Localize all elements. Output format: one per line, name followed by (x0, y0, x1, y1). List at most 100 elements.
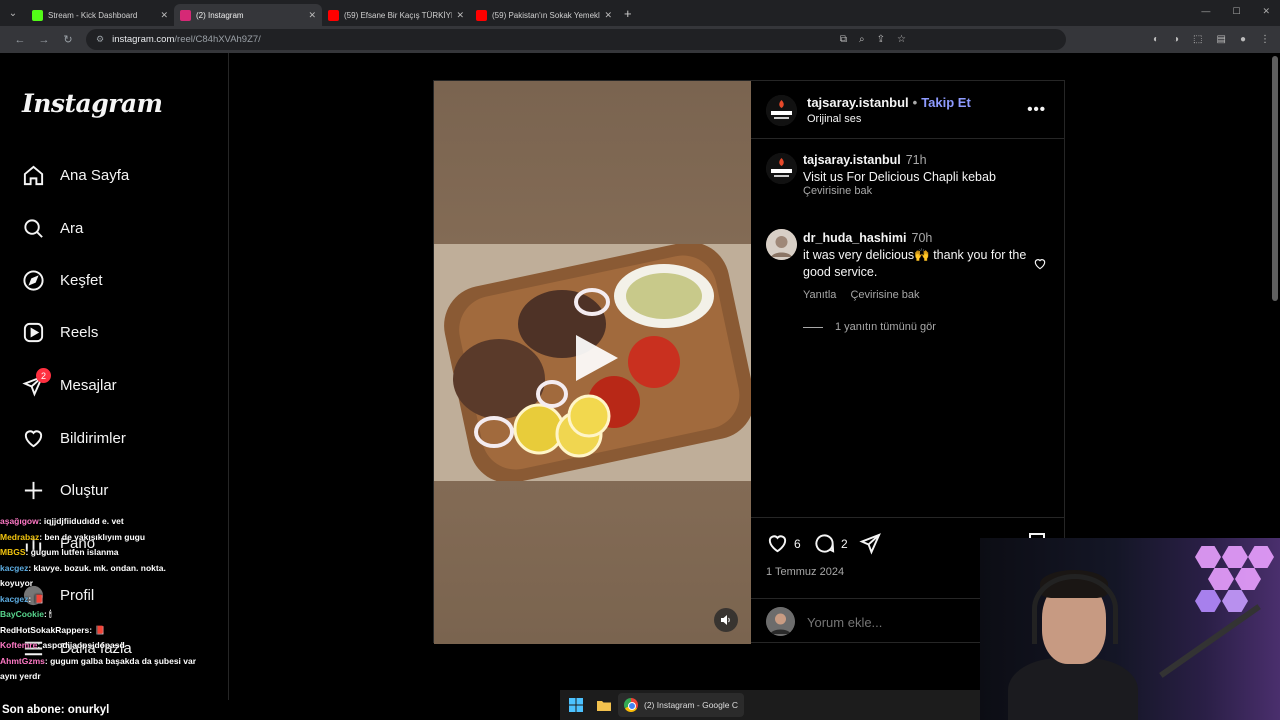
screen: ⌄ Stream - Kick Dashboard ✕ (2) Instagra… (0, 0, 1280, 720)
avatar[interactable] (766, 95, 797, 126)
extension-icon[interactable]: ⬚ (1193, 34, 1202, 45)
sidebar-item-explore[interactable]: Keşfet (22, 265, 103, 295)
tab-youtube-2[interactable]: (59) Pakistan'ın Sokak Yemekle ✕ (470, 4, 618, 26)
windows-start-icon[interactable] (568, 697, 584, 713)
chat-message: RedHotSokakRappers: 📕 (0, 623, 232, 639)
sidebar-item-label: Oluştur (60, 481, 109, 499)
forward-icon[interactable]: → (32, 34, 56, 46)
page-scrollbar[interactable] (1272, 56, 1278, 301)
add-comment-input[interactable] (807, 615, 957, 630)
more-options-icon[interactable]: ••• (1027, 101, 1046, 118)
avatar[interactable] (766, 153, 797, 184)
profile-avatar-icon[interactable]: ● (1240, 34, 1246, 45)
mute-button[interactable] (714, 608, 738, 632)
sidebar-item-create[interactable]: Oluştur (22, 475, 108, 505)
sidebar-item-reels[interactable]: Reels (22, 317, 98, 347)
see-translation-link[interactable]: Çevirisine bak (850, 289, 919, 301)
comment-button[interactable]: 2 (813, 532, 848, 555)
chat-username: AhmtGzms (0, 655, 45, 666)
follow-button[interactable]: Takip Et (921, 95, 971, 110)
caption-text: Visit us For Delicious Chapli kebab (803, 170, 996, 184)
taskbar-chrome-window[interactable]: (2) Instagram - Google C (618, 693, 745, 717)
avatar[interactable] (766, 229, 797, 260)
browser-menu-icon[interactable]: ⋮ (1260, 34, 1270, 45)
tab-youtube-1[interactable]: (59) Efsane Bir Kaçış TÜRKİYE'D ✕ (322, 4, 470, 26)
post-author: tajsaray.istanbul • Takip Et (807, 95, 971, 110)
chat-message: kacgez: 📕 (0, 592, 232, 608)
close-tab-icon[interactable]: ✕ (604, 10, 612, 21)
maximize-icon[interactable]: ☐ (1232, 6, 1240, 17)
close-window-icon[interactable]: ✕ (1262, 6, 1270, 17)
chat-username: BayCookie (0, 609, 44, 619)
chrome-icon (624, 698, 638, 712)
chat-text: aynı yerdr (0, 671, 41, 681)
sidebar-item-search[interactable]: Ara (22, 213, 83, 243)
microphone-arm (1159, 604, 1261, 678)
kick-favicon-icon (32, 9, 43, 21)
audio-link[interactable]: Orijinal ses (807, 113, 861, 125)
hexagon-light (1208, 568, 1234, 590)
view-replies-link[interactable]: 1 yanıtın tümünü gör (803, 321, 936, 333)
close-tab-icon[interactable]: ✕ (456, 10, 464, 21)
chat-text: : aspodijaopsjdopasd (37, 640, 125, 650)
chat-username: RedHotSokakRappers (0, 624, 90, 635)
post-author-username[interactable]: tajsaray.istanbul (807, 95, 909, 110)
heart-icon (768, 535, 787, 553)
notification-badge: 2 (36, 368, 51, 383)
install-app-icon[interactable]: ⧉ (840, 34, 847, 45)
user-avatar-icon (766, 229, 797, 260)
close-tab-icon[interactable]: ✕ (160, 10, 168, 21)
play-icon[interactable] (566, 329, 624, 387)
post-header: tajsaray.istanbul • Takip Et Orijinal ses … (751, 81, 1064, 139)
tab-title: (59) Pakistan'ın Sokak Yemekle (492, 10, 601, 20)
like-count[interactable]: 6 (794, 537, 801, 551)
minimize-icon[interactable]: — (1201, 6, 1210, 17)
home-icon (23, 165, 44, 185)
like-comment-heart-icon[interactable] (1033, 257, 1047, 271)
comment-icon (815, 534, 835, 553)
site-info-icon[interactable]: ⚙ (96, 34, 104, 45)
close-tab-icon[interactable]: ✕ (308, 10, 316, 21)
taj-saray-logo-icon (766, 153, 797, 184)
comment-time[interactable]: 70h (912, 231, 933, 245)
reply-button[interactable]: Yanıtla (803, 289, 836, 301)
sidebar-item-home[interactable]: Ana Sayfa (22, 160, 129, 190)
share-icon[interactable]: ⇪ (877, 34, 885, 45)
chat-username: Medrabaz (0, 531, 40, 542)
extension-icon[interactable]: ◑ (1173, 34, 1179, 45)
back-icon[interactable]: ← (8, 34, 32, 46)
send-icon (859, 533, 881, 555)
like-button[interactable]: 6 (766, 532, 801, 555)
extension-icon[interactable]: ◐ (1153, 34, 1159, 45)
zoom-icon[interactable]: ⌕ (859, 34, 865, 45)
address-bar-icons: ⧉ ⌕ ⇪ ☆ (840, 34, 906, 45)
speaker-icon (721, 615, 730, 625)
taj-saray-logo-icon (766, 95, 797, 126)
sidebar-item-notifications[interactable]: Bildirimler (22, 423, 126, 453)
share-button[interactable] (859, 532, 882, 555)
reel-video[interactable] (434, 81, 751, 644)
new-tab-icon[interactable]: + (624, 6, 632, 21)
stream-chat-overlay: aşağıgow: iqjjdjfiidudıdd e. vet Medraba… (0, 514, 232, 690)
address-bar[interactable]: ⚙ instagram.com/reel/C84hXVAh9Z7/ ⧉ ⌕ ⇪ … (86, 29, 1066, 50)
sidebar-item-messages[interactable]: 2 Mesajlar (22, 368, 117, 400)
tab-kick-dashboard[interactable]: Stream - Kick Dashboard ✕ (26, 4, 174, 26)
caption-time[interactable]: 71h (906, 153, 927, 167)
file-explorer-icon[interactable] (596, 697, 612, 713)
sidepanel-icon[interactable]: ▤ (1217, 34, 1226, 45)
separator-dot: • (912, 95, 918, 110)
sidebar-item-label: Mesajlar (60, 376, 117, 394)
caption-username[interactable]: tajsaray.istanbul (803, 153, 901, 167)
instagram-logo[interactable]: Instagram (22, 89, 163, 118)
hexagon-light (1222, 590, 1248, 612)
tab-search-icon[interactable]: ⌄ (0, 0, 26, 26)
sidebar-item-label: Ara (60, 219, 84, 237)
url-path: /reel/C84hXVAh9Z7/ (174, 34, 261, 45)
post-date[interactable]: 1 Temmuz 2024 (766, 566, 844, 578)
see-translation-link[interactable]: Çevirisine bak (803, 185, 872, 197)
bookmark-star-icon[interactable]: ☆ (897, 34, 906, 45)
tab-instagram[interactable]: (2) Instagram ✕ (174, 4, 322, 26)
comment-username[interactable]: dr_huda_hashimi (803, 231, 907, 245)
reload-icon[interactable]: ↻ (56, 33, 80, 46)
sidebar-item-label: Ana Sayfa (60, 166, 130, 184)
